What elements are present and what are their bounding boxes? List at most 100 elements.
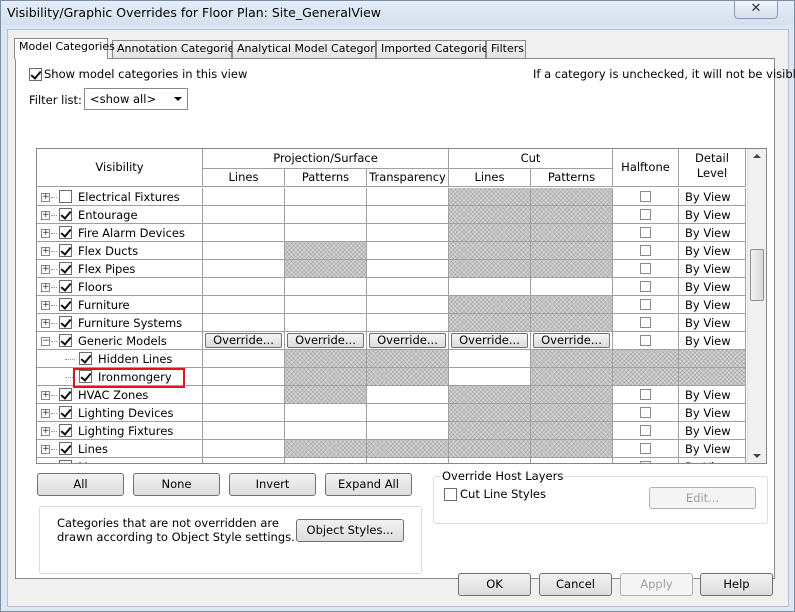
projection-lines-cell[interactable] (203, 422, 285, 440)
projection-lines-cell[interactable] (203, 440, 285, 458)
projection-lines-cell[interactable]: Override... (203, 332, 285, 350)
expand-icon[interactable]: + (41, 229, 50, 238)
cut-patterns-cell[interactable] (531, 260, 613, 278)
projection-patterns-cell[interactable] (285, 458, 367, 463)
cut-patterns-cell[interactable] (531, 440, 613, 458)
projection-lines-cell[interactable] (203, 206, 285, 224)
projection-lines-cell[interactable] (203, 224, 285, 242)
halftone-checkbox[interactable] (640, 443, 651, 454)
projection-lines-cell[interactable] (203, 368, 285, 386)
invert-button[interactable]: Invert (229, 473, 316, 496)
category-checkbox-flex-ducts[interactable] (59, 244, 72, 257)
category-checkbox-lines[interactable] (59, 442, 72, 455)
cut-patterns-cell[interactable] (531, 404, 613, 422)
detail-level-cell[interactable] (679, 368, 746, 386)
category-row-flex-ducts[interactable]: + Flex Ducts By View (37, 242, 746, 260)
transparency-cell[interactable] (367, 224, 449, 242)
cut-lines-cell[interactable] (449, 386, 531, 404)
halftone-checkbox[interactable] (640, 407, 651, 418)
expand-icon[interactable]: + (42, 463, 50, 464)
projection-lines-override-button[interactable]: Override... (205, 333, 282, 348)
halftone-checkbox[interactable] (640, 461, 651, 463)
scroll-thumb[interactable] (750, 249, 764, 301)
close-button[interactable]: ✕ (734, 1, 778, 19)
halftone-checkbox[interactable] (640, 281, 651, 292)
transparency-cell[interactable] (367, 314, 449, 332)
expand-all-button[interactable]: Expand All (325, 473, 412, 496)
detail-level-cell[interactable]: By View (679, 278, 746, 296)
show-model-categories-checkbox[interactable] (29, 68, 42, 81)
transparency-cell[interactable] (367, 278, 449, 296)
transparency-cell[interactable] (367, 242, 449, 260)
category-checkbox-fire-alarm-devices[interactable] (59, 226, 72, 239)
header-visibility[interactable]: Visibility (37, 149, 203, 187)
category-row-lighting-fixtures[interactable]: + Lighting Fixtures By View (37, 422, 746, 440)
cut-lines-cell[interactable] (449, 440, 531, 458)
projection-patterns-cell[interactable] (285, 278, 367, 296)
tab-filters[interactable]: Filters (486, 40, 526, 58)
transparency-cell[interactable] (367, 188, 449, 206)
transparency-cell[interactable] (367, 206, 449, 224)
expand-icon[interactable]: + (41, 301, 50, 310)
filter-list-dropdown[interactable]: <show all> (84, 88, 188, 110)
projection-patterns-cell[interactable] (285, 188, 367, 206)
tab-analytical-model-categories[interactable]: Analytical Model Categories (232, 40, 390, 58)
help-button[interactable]: Help (700, 573, 773, 596)
cut-patterns-cell[interactable] (531, 386, 613, 404)
expand-icon[interactable]: + (41, 445, 50, 454)
category-row-fire-alarm-devices[interactable]: + Fire Alarm Devices By View (37, 224, 746, 242)
tab-model-categories[interactable]: Model Categories (14, 38, 115, 59)
cut-lines-cell[interactable] (449, 458, 531, 463)
projection-patterns-cell[interactable] (285, 242, 367, 260)
halftone-checkbox[interactable] (640, 209, 651, 220)
category-row-flex-pipes[interactable]: + Flex Pipes By View (37, 260, 746, 278)
cut-patterns-cell[interactable] (531, 224, 613, 242)
transparency-cell[interactable] (367, 296, 449, 314)
category-row-mass[interactable]: + Mass By View (37, 458, 746, 464)
category-checkbox-flex-pipes[interactable] (59, 262, 72, 275)
cut-patterns-cell[interactable] (531, 350, 613, 368)
category-row-furniture[interactable]: + Furniture By View (37, 296, 746, 314)
projection-lines-cell[interactable] (203, 278, 285, 296)
transparency-cell[interactable] (367, 260, 449, 278)
detail-level-cell[interactable]: By View (679, 404, 746, 422)
detail-level-cell[interactable]: By View (679, 440, 746, 458)
cut-patterns-cell[interactable] (531, 278, 613, 296)
expand-icon[interactable]: + (41, 391, 50, 400)
projection-patterns-cell[interactable] (285, 296, 367, 314)
cut-patterns-cell[interactable] (531, 314, 613, 332)
category-checkbox-lighting-fixtures[interactable] (59, 424, 72, 437)
category-row-hvac-zones[interactable]: + HVAC Zones By View (37, 386, 746, 404)
detail-level-cell[interactable]: By View (679, 422, 746, 440)
tab-annotation-categories[interactable]: Annotation Categories (112, 40, 240, 58)
category-checkbox-furniture-systems[interactable] (59, 316, 72, 329)
projection-lines-cell[interactable] (203, 188, 285, 206)
cut-lines-cell[interactable] (449, 206, 531, 224)
category-checkbox-hidden-lines[interactable] (79, 352, 92, 365)
category-checkbox-lighting-devices[interactable] (59, 406, 72, 419)
detail-level-cell[interactable]: By View (679, 296, 746, 314)
tab-imported-categories[interactable]: Imported Categories (376, 40, 494, 58)
cut-lines-cell[interactable] (449, 368, 531, 386)
detail-level-cell[interactable]: By View (679, 224, 746, 242)
cut-line-styles-checkbox[interactable] (444, 488, 457, 501)
category-checkbox-hvac-zones[interactable] (59, 388, 72, 401)
ok-button[interactable]: OK (458, 573, 531, 596)
projection-lines-cell[interactable] (203, 242, 285, 260)
category-row-furniture-systems[interactable]: + Furniture Systems By View (37, 314, 746, 332)
projection-lines-cell[interactable] (203, 260, 285, 278)
detail-level-cell[interactable]: By View (679, 314, 746, 332)
category-checkbox-entourage[interactable] (59, 208, 72, 221)
object-styles-button[interactable]: Object Styles... (296, 519, 404, 542)
detail-level-cell[interactable]: By View (679, 260, 746, 278)
cancel-button[interactable]: Cancel (539, 573, 612, 596)
projection-patterns-cell[interactable] (285, 260, 367, 278)
detail-level-cell[interactable]: By View (679, 332, 746, 350)
apply-button[interactable]: Apply (620, 573, 693, 596)
projection-patterns-cell[interactable] (285, 440, 367, 458)
transparency-cell[interactable]: Override... (367, 332, 449, 350)
cut-patterns-cell[interactable]: Override... (531, 332, 613, 350)
transparency-cell[interactable] (367, 350, 449, 368)
projection-patterns-cell[interactable] (285, 350, 367, 368)
cut-lines-cell[interactable] (449, 224, 531, 242)
